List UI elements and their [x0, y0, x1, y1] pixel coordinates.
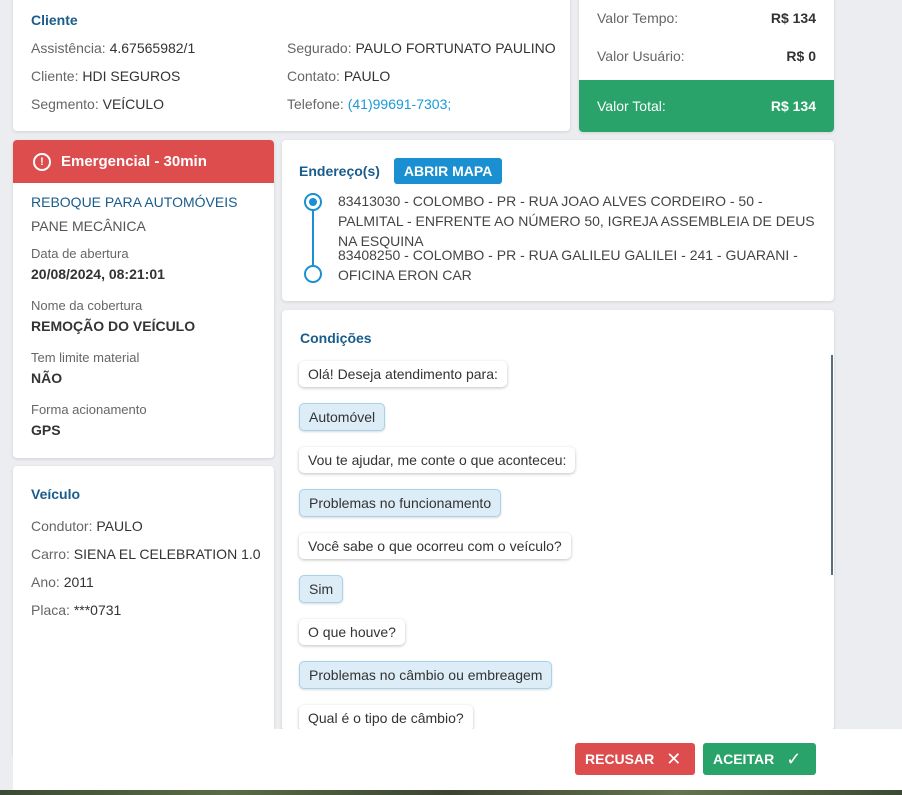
cobertura-value: REMOÇÃO DO VEÍCULO [31, 318, 196, 334]
address-header: Endereço(s) ABRIR MAPA [299, 158, 503, 184]
forma-acionamento-label: Forma acionamento [31, 402, 147, 417]
check-icon: ✓ [786, 748, 802, 769]
route-line [312, 204, 314, 272]
chat-answer: Problemas no funcionamento [299, 489, 502, 517]
emergency-text: Emergencial - 30min [61, 153, 207, 170]
forma-acionamento-value: GPS [31, 422, 61, 438]
chat-answer: Sim [299, 575, 344, 603]
chat-message: Você sabe o que ocorreu com o veículo? [299, 533, 571, 559]
valor-total-row: Valor Total: R$ 134 [579, 80, 834, 132]
service-title: REBOQUE PARA AUTOMÓVEIS [31, 194, 238, 210]
limite-material-value: NÃO [31, 370, 63, 386]
address-title: Endereço(s) [299, 163, 380, 179]
client-card: Cliente Assistência: 4.67565982/1 Client… [13, 0, 570, 131]
segmento-row: Segmento: VEÍCULO [31, 96, 165, 112]
data-abertura-value: 20/08/2024, 08:21:01 [31, 266, 165, 282]
valor-tempo-row: Valor Tempo: R$ 134 [597, 10, 816, 26]
chat-answer: Automóvel [299, 403, 386, 431]
condutor-value: PAULO [96, 518, 143, 534]
destination-address: 83408250 - COLOMBO - PR - RUA GALILEU GA… [338, 247, 798, 283]
segmento-value: VEÍCULO [102, 96, 165, 112]
condutor-row: Condutor: PAULO [31, 518, 143, 534]
valor-total-value: R$ 134 [770, 98, 816, 114]
limite-material-label: Tem limite material [31, 350, 140, 365]
service-card: ! Emergencial - 30min REBOQUE PARA AUTOM… [13, 140, 274, 458]
segurado-row: Segurado: PAULO FORTUNATO PAULINO [287, 40, 556, 56]
open-map-button[interactable]: ABRIR MAPA [393, 158, 503, 184]
telefone-link[interactable]: (41)99691-7303; [348, 96, 452, 112]
placa-value: ***0731 [73, 602, 122, 618]
chat-message: Olá! Deseja atendimento para: [299, 361, 507, 387]
contato-value: PAULO [343, 68, 391, 84]
chat-message: Vou te ajudar, me conte o que aconteceu: [299, 447, 576, 473]
segurado-value: PAULO FORTUNATO PAULINO [355, 40, 556, 56]
close-icon: ✕ [666, 748, 682, 769]
client-title: Cliente [31, 12, 78, 28]
chat-scrollbar[interactable] [831, 355, 833, 575]
origin-marker-icon [304, 193, 322, 211]
carro-row: Carro: SIENA EL CELEBRATION 1.0 [31, 546, 261, 562]
values-card: Valor Tempo: R$ 134 Valor Usuário: R$ 0 … [579, 0, 834, 132]
conditions-title: Condições [300, 330, 372, 346]
reject-button[interactable]: RECUSAR ✕ [575, 743, 695, 775]
valor-usuario-value: R$ 0 [786, 48, 816, 64]
conditions-card: Condições Olá! Deseja atendimento para: … [282, 310, 834, 730]
background-image-strip [0, 790, 902, 795]
data-abertura-label: Data de abertura [31, 246, 129, 261]
vehicle-card: Veículo Condutor: PAULO Carro: SIENA EL … [13, 466, 274, 756]
footer-action-bar: RECUSAR ✕ ACEITAR ✓ [13, 729, 902, 790]
carro-value: SIENA EL CELEBRATION 1.0 [73, 546, 261, 562]
address-card: Endereço(s) ABRIR MAPA 83413030 - COLOMB… [282, 140, 834, 301]
telefone-row: Telefone: (41)99691-7303; [287, 96, 452, 112]
assistencia-row: Assistência: 4.67565982/1 [31, 40, 196, 56]
info-circle-icon: ! [33, 152, 51, 171]
placa-row: Placa: ***0731 [31, 602, 122, 618]
vehicle-title: Veículo [31, 486, 81, 502]
origin-address: 83413030 - COLOMBO - PR - RUA JOAO ALVES… [338, 193, 815, 249]
ano-row: Ano: 2011 [31, 574, 94, 590]
chat-message: Qual é o tipo de câmbio? [299, 705, 473, 730]
chat-message: O que houve? [299, 619, 405, 645]
cobertura-label: Nome da cobertura [31, 298, 143, 313]
valor-tempo-value: R$ 134 [770, 10, 816, 26]
ano-value: 2011 [63, 574, 94, 590]
cliente-value: HDI SEGUROS [82, 68, 181, 84]
accept-button[interactable]: ACEITAR ✓ [703, 743, 816, 775]
destination-marker-icon [304, 265, 322, 283]
emergency-banner: ! Emergencial - 30min [13, 140, 274, 183]
contato-row: Contato: PAULO [287, 68, 391, 84]
chat-answer: Problemas no câmbio ou embreagem [299, 661, 553, 689]
cliente-row: Cliente: HDI SEGUROS [31, 68, 181, 84]
assistencia-value: 4.67565982/1 [109, 40, 196, 56]
service-subtitle: PANE MECÂNICA [31, 218, 146, 234]
valor-usuario-row: Valor Usuário: R$ 0 [597, 48, 816, 64]
